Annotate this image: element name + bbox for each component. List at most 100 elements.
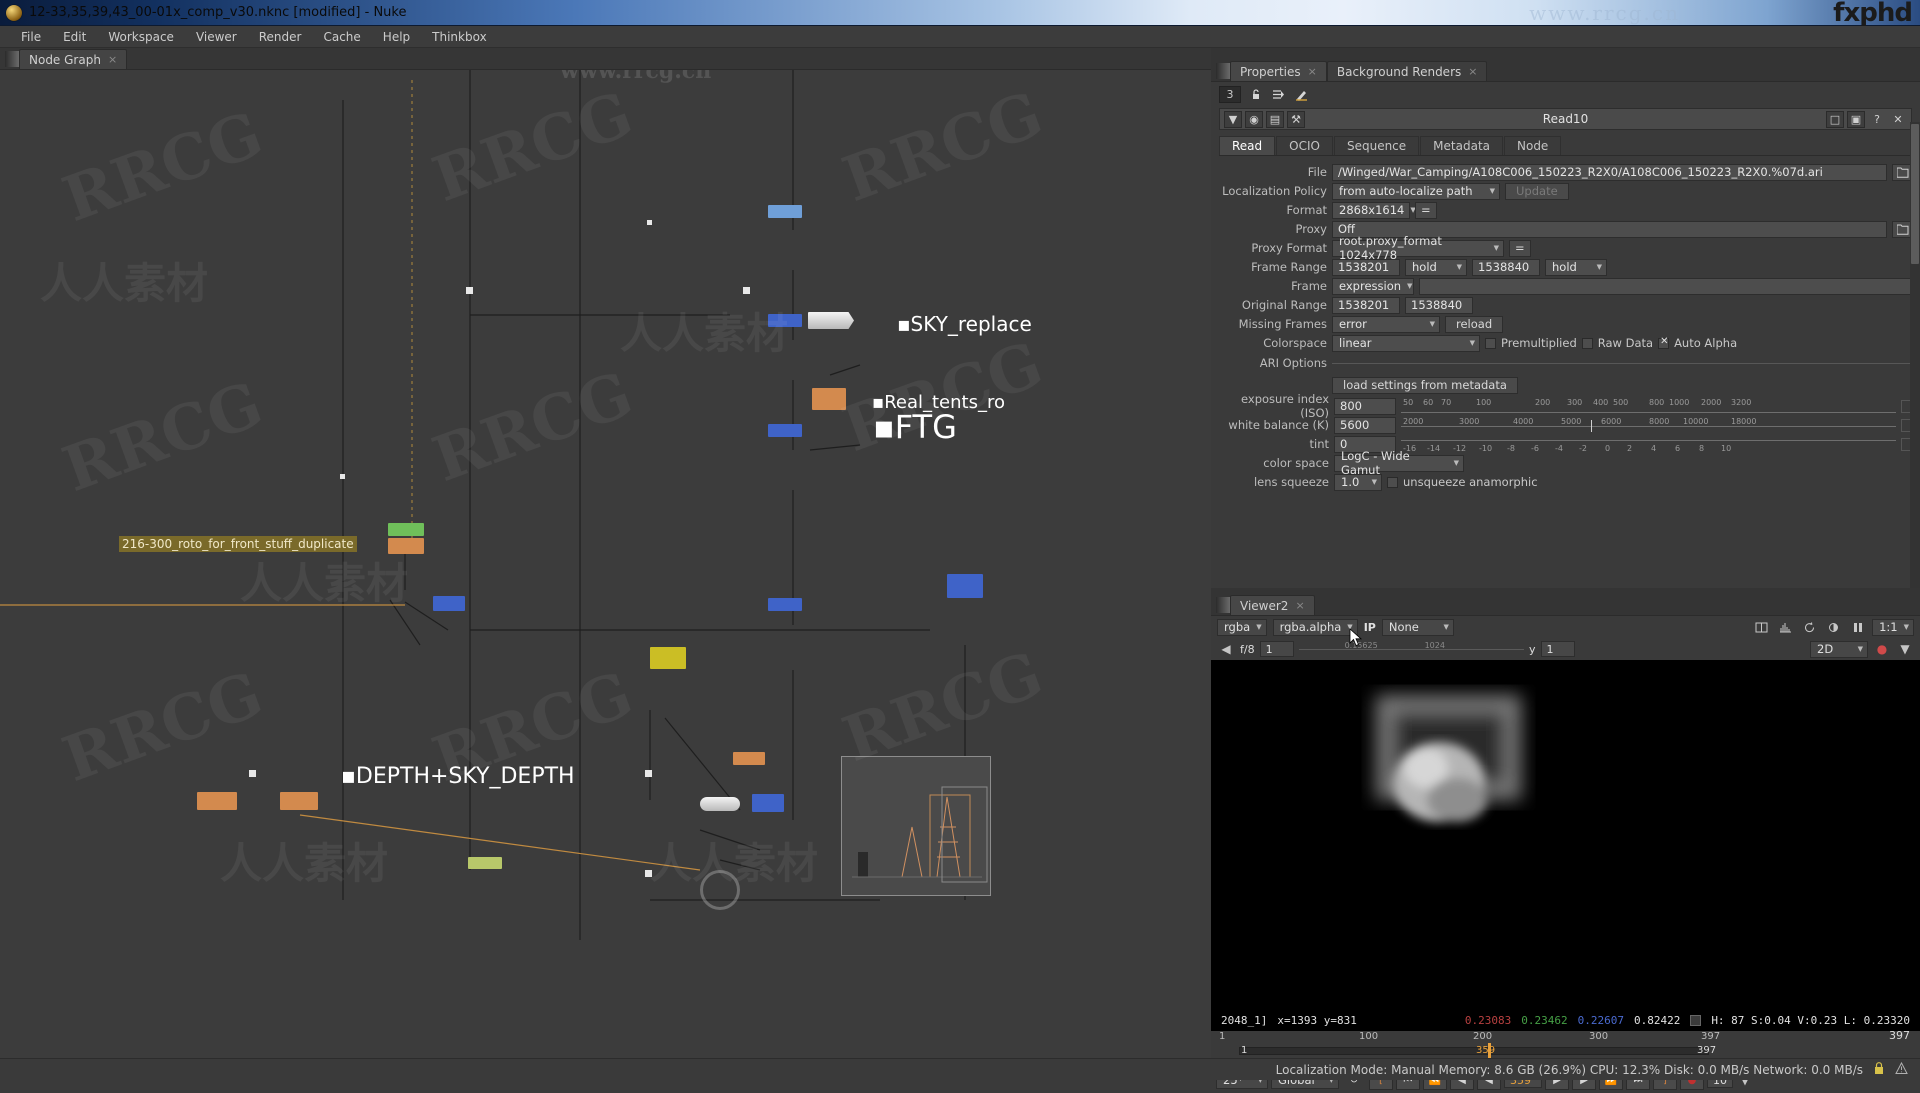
- green-node-17[interactable]: [468, 857, 502, 869]
- proxy-format-equals-button[interactable]: =: [1509, 239, 1531, 257]
- viewer-canvas[interactable]: [1211, 628, 1920, 1009]
- tab-read[interactable]: Read: [1219, 136, 1276, 155]
- close-icon[interactable]: ✕: [1889, 111, 1907, 128]
- chevron-left-icon[interactable]: ◀: [1217, 641, 1235, 658]
- viewer-drag-handle[interactable]: [1216, 597, 1230, 613]
- close-icon[interactable]: ×: [1295, 599, 1304, 612]
- properties-scrollbar[interactable]: [1910, 122, 1920, 588]
- pin-icon[interactable]: ●: [1873, 641, 1891, 658]
- edit-icon[interactable]: [1293, 86, 1310, 103]
- viewer-2d-dropdown[interactable]: 2D ▼: [1810, 640, 1868, 658]
- frame-range-end-mode-dropdown[interactable]: hold ▼: [1545, 258, 1607, 276]
- exposure-index-slider[interactable]: 50 60 70 100 200 300 400 500 800 1000 20…: [1401, 398, 1896, 415]
- tab-ocio[interactable]: OCIO: [1276, 136, 1333, 155]
- menu-item-thinkbox[interactable]: Thinkbox: [421, 28, 498, 46]
- merge-node-blue-9[interactable]: [768, 598, 802, 611]
- tab-properties[interactable]: Properties ×: [1230, 61, 1327, 81]
- gain-icon[interactable]: [1824, 619, 1842, 636]
- copy-node-orange-13[interactable]: [197, 792, 237, 810]
- timeline-in-marker[interactable]: 1: [1241, 1045, 1247, 1056]
- help-icon[interactable]: ?: [1868, 111, 1886, 128]
- frame-range-end-input[interactable]: 1538840: [1472, 258, 1540, 276]
- update-button[interactable]: Update: [1505, 182, 1569, 200]
- proxy-format-dropdown[interactable]: root.proxy_format 1024x778 ▼: [1332, 234, 1504, 262]
- node-graph-canvas[interactable]: ▪SKY_replace ▪Real_tents_ro ▪FTG ▪DEPTH+…: [0, 70, 1211, 1058]
- cross-node-blue-16[interactable]: [752, 794, 784, 812]
- viewer-proc-dropdown[interactable]: None ▼: [1381, 618, 1454, 636]
- gain-input[interactable]: 1: [1540, 641, 1575, 657]
- minimize-icon[interactable]: □: [1826, 110, 1844, 128]
- merge-node-blue-5[interactable]: [768, 424, 802, 437]
- timeline-track[interactable]: [1239, 1047, 1709, 1055]
- lock-icon[interactable]: [1873, 1061, 1885, 1078]
- menu-item-render[interactable]: Render: [248, 28, 313, 46]
- white-balance-input[interactable]: 5600: [1334, 416, 1396, 434]
- menu-item-edit[interactable]: Edit: [52, 28, 97, 46]
- missing-frames-dropdown[interactable]: error ▼: [1332, 315, 1440, 333]
- menu-item-cache[interactable]: Cache: [312, 28, 371, 46]
- read-node-blue-10[interactable]: [947, 574, 983, 598]
- load-settings-from-metadata-button[interactable]: load settings from metadata: [1332, 376, 1518, 394]
- roto-node-orange-7[interactable]: [388, 538, 424, 554]
- merge-node-blue-2[interactable]: [768, 314, 802, 327]
- copy-node-orange-4[interactable]: [812, 388, 846, 410]
- frame-expression-input[interactable]: [1419, 277, 1914, 295]
- viewer-ip-label[interactable]: IP: [1364, 621, 1376, 634]
- timeline-current-frame[interactable]: 359: [1476, 1045, 1495, 1056]
- copy-node-orange-12[interactable]: [733, 752, 765, 765]
- panel-drag-handle[interactable]: [5, 51, 19, 67]
- clear-all-icon[interactable]: [1270, 86, 1287, 103]
- menu-item-file[interactable]: File: [10, 28, 52, 46]
- white-node-15[interactable]: [700, 797, 740, 811]
- color-space-dropdown[interactable]: LogC - Wide Gamut ▼: [1334, 449, 1464, 477]
- close-icon[interactable]: ×: [1468, 65, 1477, 78]
- auto-alpha-checkbox[interactable]: [1658, 336, 1670, 349]
- tint-slider[interactable]: -16 -14 -12 -10 -8 -6 -4 -2 0 2 4 6 8 10: [1401, 436, 1896, 453]
- frame-mode-dropdown[interactable]: expression ▼: [1332, 277, 1414, 295]
- white-balance-slider[interactable]: 2000 3000 4000 5000 6000 8000 10000 1800…: [1401, 417, 1896, 434]
- timeline-out-marker[interactable]: 397: [1697, 1045, 1716, 1056]
- menu-item-workspace[interactable]: Workspace: [97, 28, 185, 46]
- viewer-layer-dropdown[interactable]: rgba.alpha ▼: [1272, 618, 1358, 636]
- localization-policy-dropdown[interactable]: from auto-localize path ▼: [1332, 182, 1500, 200]
- mask-icon[interactable]: ▤: [1266, 110, 1284, 128]
- read-node-blue-1[interactable]: [768, 205, 802, 218]
- tab-sequence[interactable]: Sequence: [1333, 136, 1420, 155]
- properties-drag-handle[interactable]: [1216, 63, 1230, 79]
- gamma-input[interactable]: 1: [1259, 641, 1294, 657]
- wipe-icon[interactable]: [1752, 619, 1770, 636]
- frame-range-start-mode-dropdown[interactable]: hold ▼: [1405, 258, 1467, 276]
- viewer-channel-dropdown[interactable]: rgba ▼: [1217, 618, 1267, 636]
- refresh-icon[interactable]: [1800, 619, 1818, 636]
- reload-button[interactable]: reload: [1445, 315, 1504, 333]
- unlock-icon[interactable]: [1247, 86, 1264, 103]
- unsqueeze-anamorphic-checkbox[interactable]: [1387, 476, 1398, 488]
- roto-node-green-6[interactable]: [388, 523, 424, 536]
- warning-icon[interactable]: [1895, 1061, 1908, 1078]
- white-node-3[interactable]: [808, 312, 854, 329]
- frame-range-start-input[interactable]: 1538201: [1332, 258, 1400, 276]
- original-range-end[interactable]: 1538840: [1405, 296, 1473, 314]
- wrench-icon[interactable]: ⚒: [1287, 110, 1305, 128]
- maximize-icon[interactable]: ▣: [1847, 110, 1865, 128]
- histogram-icon[interactable]: [1776, 619, 1794, 636]
- close-icon[interactable]: ×: [1308, 65, 1317, 78]
- fstop-label[interactable]: f/8: [1240, 643, 1255, 656]
- original-range-start[interactable]: 1538201: [1332, 296, 1400, 314]
- color-wheel-icon[interactable]: ◉: [1245, 110, 1263, 128]
- chevron-down-icon[interactable]: ▼: [1896, 641, 1914, 658]
- viewer-zoom-dropdown[interactable]: 1:1 ▼: [1872, 618, 1914, 636]
- collapse-arrow-icon[interactable]: ▼: [1224, 110, 1242, 128]
- tab-background-renders[interactable]: Background Renders ×: [1326, 61, 1488, 81]
- file-input[interactable]: /Winged/War_Camping/A108C006_150223_R2X0…: [1332, 163, 1887, 181]
- lens-squeeze-dropdown[interactable]: 1.0 ▼: [1334, 473, 1382, 491]
- exposure-index-input[interactable]: 800: [1334, 397, 1396, 415]
- format-equals-button[interactable]: =: [1415, 201, 1437, 219]
- tab-viewer2[interactable]: Viewer2 ×: [1230, 595, 1315, 615]
- close-icon[interactable]: ×: [108, 53, 117, 66]
- tab-node-graph[interactable]: Node Graph ×: [19, 49, 128, 69]
- tab-node[interactable]: Node: [1504, 136, 1562, 155]
- tab-metadata[interactable]: Metadata: [1420, 136, 1503, 155]
- merge-node-blue-8[interactable]: [433, 596, 465, 611]
- raw-data-checkbox[interactable]: [1581, 337, 1593, 349]
